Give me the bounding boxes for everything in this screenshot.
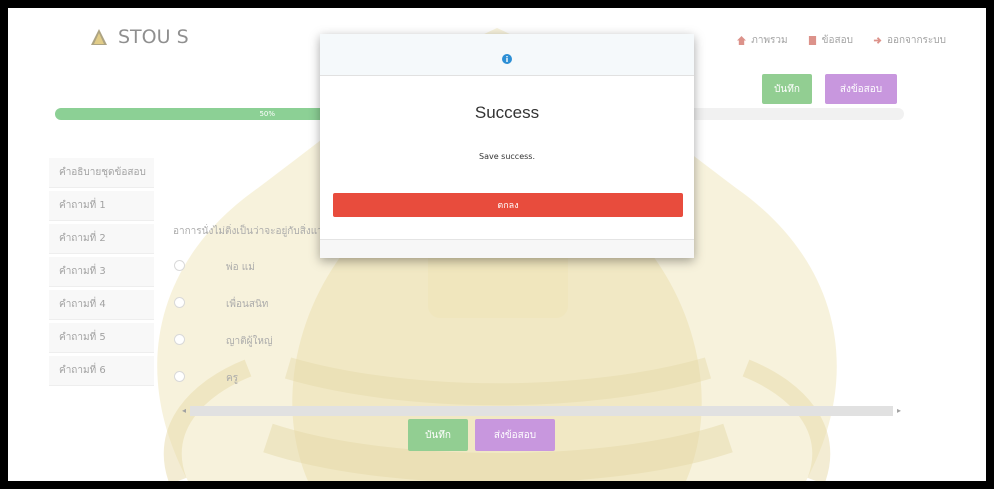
success-dialog: Success Save success. ตกลง bbox=[320, 34, 694, 258]
dialog-footer bbox=[320, 239, 694, 258]
info-icon bbox=[502, 54, 512, 64]
dialog-title: Success bbox=[474, 103, 540, 122]
app-window: STOU S ภาพรวม ข้อสอบ ออกจากระบบ บันทึก ส… bbox=[8, 8, 986, 481]
ok-button[interactable]: ตกลง bbox=[333, 193, 683, 217]
dialog-header bbox=[320, 34, 694, 76]
dialog-message: Save success. bbox=[478, 152, 535, 161]
